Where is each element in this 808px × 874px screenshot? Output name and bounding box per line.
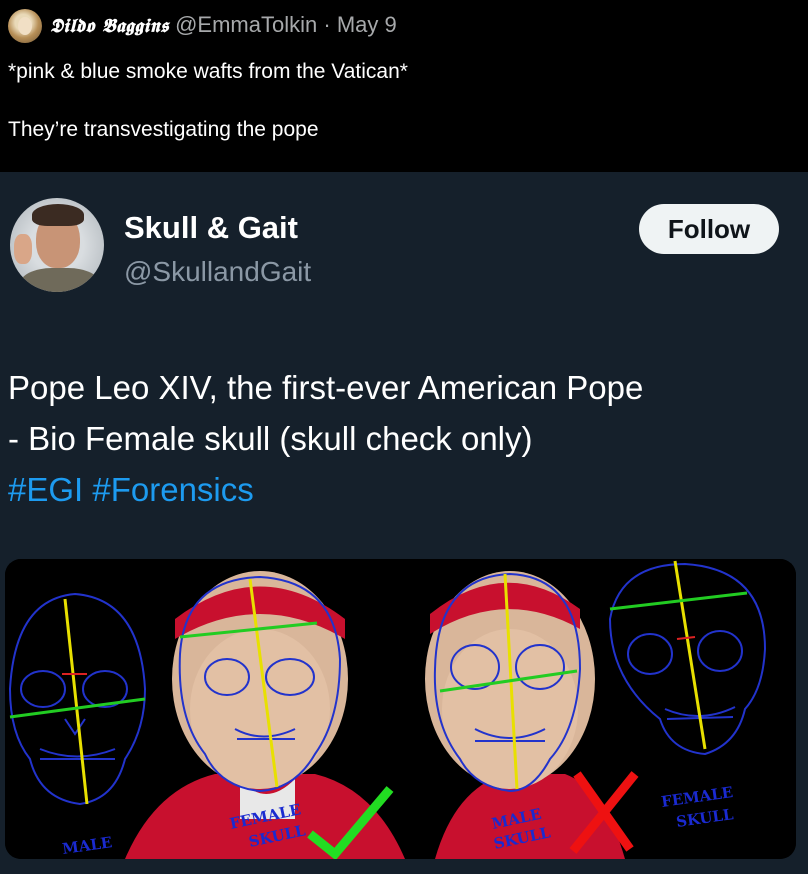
quoted-text-line1: Pope Leo XIV, the first-ever American Po… bbox=[8, 369, 644, 406]
skull-comparison-graphic: MALE FEMALE SKULL MALE SKULL FEMALE SKUL… bbox=[5, 559, 796, 859]
top-tweet: 𝕯𝖎𝖑𝖉𝖔 𝕭𝖆𝖌𝖌𝖎𝖓𝖘 @EmmaTolkin · May 9 *pink … bbox=[0, 0, 808, 172]
tweet-date[interactable]: May 9 bbox=[337, 12, 397, 37]
quoted-user-avatar[interactable] bbox=[10, 198, 104, 292]
hashtags: #EGI #Forensics bbox=[8, 464, 643, 515]
hashtag-forensics[interactable]: #Forensics bbox=[92, 471, 253, 508]
hashtag-egi[interactable]: #EGI bbox=[8, 471, 83, 508]
quoted-tweet-card[interactable]: Skull & Gait @SkullandGait Follow Pope L… bbox=[0, 172, 808, 874]
display-name[interactable]: 𝕯𝖎𝖑𝖉𝖔 𝕭𝖆𝖌𝖌𝖎𝖓𝖘 bbox=[50, 15, 169, 37]
tweet-text-line1: *pink & blue smoke wafts from the Vatica… bbox=[8, 60, 408, 83]
quoted-display-name[interactable]: Skull & Gait bbox=[124, 210, 298, 246]
quoted-user-handle[interactable]: @SkullandGait bbox=[124, 256, 311, 288]
tweet-text-line2: They’re transvestigating the pope bbox=[8, 118, 319, 141]
user-avatar[interactable] bbox=[8, 9, 42, 43]
tweet-media-image[interactable]: MALE FEMALE SKULL MALE SKULL FEMALE SKUL… bbox=[5, 559, 796, 859]
follow-button[interactable]: Follow bbox=[639, 204, 779, 254]
separator: · bbox=[323, 12, 331, 37]
quoted-text-line2: - Bio Female skull (skull check only) bbox=[8, 420, 533, 457]
tweet-header: 𝕯𝖎𝖑𝖉𝖔 𝕭𝖆𝖌𝖌𝖎𝖓𝖘 @EmmaTolkin · May 9 bbox=[50, 10, 397, 41]
quoted-tweet-text: Pope Leo XIV, the first-ever American Po… bbox=[8, 362, 643, 515]
user-handle[interactable]: @EmmaTolkin bbox=[175, 12, 317, 37]
